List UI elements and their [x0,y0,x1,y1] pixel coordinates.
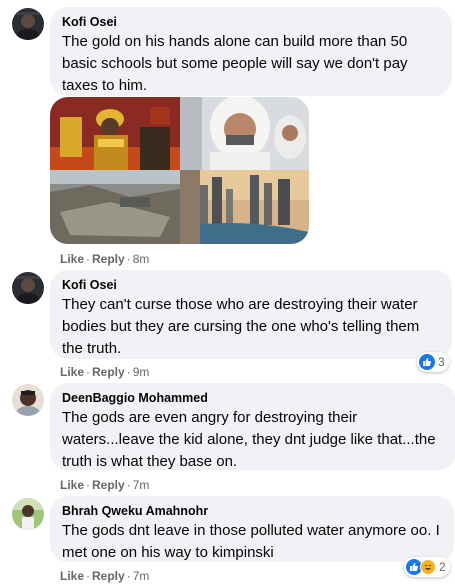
photo-collage [50,97,309,244]
avatar-photo [12,8,44,40]
avatar-photo [12,272,44,304]
avatar[interactable] [12,498,44,530]
like-link[interactable]: Like [60,365,84,379]
like-link[interactable]: Like [60,569,84,583]
comment-actions: Like · Reply · 7m [60,568,149,584]
comment-bubble: Kofi Osei They can't curse those who are… [50,270,452,359]
avatar[interactable] [12,272,44,304]
sheikh-in-white-panel [180,97,309,170]
comment-text: The gold on his hands alone can build mo… [62,33,408,94]
comment-bubble: Kofi Osei The gold on his hands alone ca… [50,7,452,96]
comment-4: Bhrah Qweku Amahnohr The gods dnt leave … [0,494,455,583]
like-link[interactable]: Like [60,252,84,266]
separator: · [86,252,91,266]
comment-text: The gods dnt leave in those polluted wat… [62,522,440,561]
separator: · [126,252,131,266]
separator: · [86,569,91,583]
like-link[interactable]: Like [60,478,84,492]
comment-text: They can't curse those who are destroyin… [62,296,420,357]
timestamp[interactable]: 8m [133,252,150,266]
reaction-summary[interactable]: 2 [404,557,450,577]
chief-in-gold-regalia-panel [50,97,180,170]
haha-icon [420,559,436,575]
reply-link[interactable]: Reply [92,365,125,379]
separator: · [86,365,91,379]
reaction-summary[interactable]: 3 [417,352,449,372]
reply-link[interactable]: Reply [92,569,125,583]
separator: · [86,478,91,492]
comment-actions: Like · Reply · 7m [60,477,149,493]
reaction-count: 2 [439,560,446,574]
author-name[interactable]: Kofi Osei [62,277,440,293]
avatar[interactable] [12,384,44,416]
avatar[interactable] [12,8,44,40]
polluted-mining-land-panel [50,170,180,244]
comment-3: DeenBaggio Mohammed The gods are even an… [0,382,455,494]
reply-link[interactable]: Reply [92,478,125,492]
timestamp[interactable]: 7m [133,569,150,583]
comment-bubble: DeenBaggio Mohammed The gods are even an… [50,383,455,470]
author-name[interactable]: Kofi Osei [62,14,440,30]
separator: · [126,365,131,379]
reaction-count: 3 [438,355,445,369]
comment-1: Kofi Osei The gold on his hands alone ca… [0,0,455,270]
reply-link[interactable]: Reply [92,252,125,266]
avatar-photo [12,498,44,530]
comment-2: Kofi Osei They can't curse those who are… [0,270,455,382]
timestamp[interactable]: 7m [133,478,150,492]
author-name[interactable]: DeenBaggio Mohammed [62,390,444,406]
comment-actions: Like · Reply · 9m [60,364,149,380]
comment-text: The gods are even angry for destroying t… [62,409,436,470]
separator: · [126,478,131,492]
author-name[interactable]: Bhrah Qweku Amahnohr [62,503,442,519]
like-icon [419,354,435,370]
avatar-photo [12,384,44,416]
comment-photo[interactable] [50,97,309,244]
dubai-skyline-panel [180,170,309,244]
separator: · [126,569,131,583]
comment-actions: Like · Reply · 8m [60,251,149,267]
comment-bubble: Bhrah Qweku Amahnohr The gods dnt leave … [50,496,454,562]
timestamp[interactable]: 9m [133,365,150,379]
